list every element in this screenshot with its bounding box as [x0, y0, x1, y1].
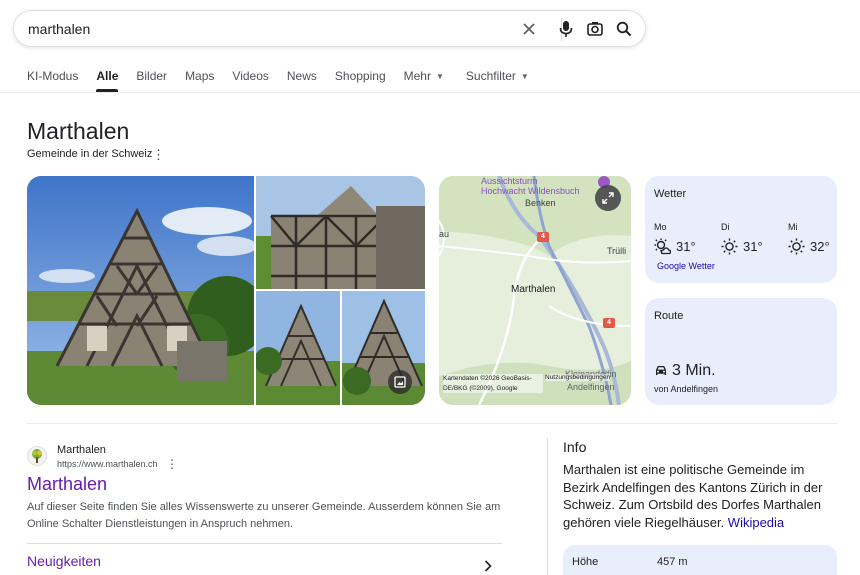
tab-label: Bilder: [136, 69, 168, 83]
search-tabs: KI-Modus Alle Bilder Maps Videos News Sh…: [27, 69, 547, 92]
weather-card[interactable]: Wetter Mo Di Mi 31° 31° 32° Google Wette…: [645, 176, 837, 283]
weather-temp: 31°: [743, 239, 763, 254]
weather-temp: 31°: [676, 239, 696, 254]
map-label-benken: Benken: [525, 198, 556, 208]
wikipedia-link[interactable]: Wikipedia: [728, 515, 784, 530]
chevron-right-icon[interactable]: [484, 559, 492, 575]
search-input[interactable]: [28, 20, 468, 38]
weather-forecast-di: 31°: [721, 238, 763, 255]
map-label-au: au: [439, 229, 450, 239]
route-card[interactable]: Route 3 Min. von Andelfingen: [645, 298, 837, 405]
tab-maps[interactable]: Maps: [185, 69, 214, 91]
photo-bottom-left[interactable]: [256, 291, 340, 405]
info-heading: Info: [563, 439, 587, 455]
map-label-marthalen: Marthalen: [511, 284, 556, 295]
result-title-link[interactable]: Marthalen: [27, 474, 107, 495]
fact-key: Höhe: [572, 556, 599, 568]
tab-mehr[interactable]: Mehr ▼: [404, 69, 444, 91]
caret-down-icon: ▼: [435, 72, 444, 81]
tab-ki-modus[interactable]: KI-Modus: [27, 69, 78, 91]
map-road-number: 4: [541, 233, 545, 240]
route-time: 3 Min.: [654, 362, 716, 380]
tab-label: Videos: [232, 69, 269, 83]
result-more-icon[interactable]: ⋮: [166, 457, 178, 471]
expand-map-icon[interactable]: [595, 185, 621, 211]
tabs-divider: [0, 92, 860, 93]
route-origin: von Andelfingen: [654, 384, 719, 394]
microphone-icon[interactable]: [556, 19, 576, 39]
map-label-tower: Aussichtsturm: [481, 176, 538, 186]
tab-label: Suchfilter: [465, 69, 516, 83]
search-bar[interactable]: [13, 10, 646, 47]
car-icon: [656, 366, 666, 375]
fact-value: 457 m: [657, 556, 688, 568]
weather-day: Mo: [654, 222, 667, 232]
tab-suchfilter[interactable]: Suchfilter ▼: [466, 69, 529, 91]
tab-label: Maps: [185, 69, 215, 83]
knowledge-subtitle: Gemeinde in der Schweiz: [27, 148, 153, 160]
sun-icon: [721, 238, 738, 255]
result-url[interactable]: https://www.marthalen.ch: [57, 459, 158, 469]
sitelink-divider: [27, 543, 502, 544]
search-icon[interactable]: [614, 19, 634, 39]
map-preview[interactable]: Aussichtsturm Hochwacht Wildensbuch Benk…: [439, 176, 631, 405]
weather-forecast-mo: 31°: [654, 238, 696, 255]
map-attribution: Kartendaten ©2026 GeoBasis-DE/BKG (©2009…: [443, 374, 543, 393]
tab-label: News: [286, 69, 317, 83]
google-weather-link[interactable]: Google Wetter: [657, 261, 715, 271]
photo-top-right[interactable]: [256, 176, 425, 289]
tab-label: Shopping: [334, 69, 386, 83]
image-collage: [27, 176, 425, 405]
map-label-andelfingen: Andelfingen: [567, 382, 615, 392]
weather-day: Mi: [788, 222, 798, 232]
lens-camera-icon[interactable]: [585, 19, 605, 39]
tab-videos[interactable]: Videos: [232, 69, 268, 91]
route-duration: 3 Min.: [672, 362, 716, 379]
tab-bilder[interactable]: Bilder: [136, 69, 167, 91]
tab-label: KI-Modus: [27, 69, 79, 83]
sun-cloud-icon: [654, 238, 671, 255]
clear-icon[interactable]: [519, 19, 539, 39]
result-site-name[interactable]: Marthalen: [57, 444, 106, 456]
result-snippet: Auf dieser Seite finden Sie alles Wissen…: [27, 501, 501, 530]
gallery-icon[interactable]: [388, 370, 412, 394]
map-road-number: 4: [607, 319, 611, 326]
info-fact-row: Höhe 457 m: [563, 545, 837, 575]
site-favicon: [27, 446, 47, 466]
tab-news[interactable]: News: [287, 69, 317, 91]
caret-down-icon: ▼: [520, 72, 529, 81]
weather-day: Di: [721, 222, 730, 232]
weather-forecast-mi: 32°: [788, 238, 830, 255]
weather-temp: 32°: [810, 239, 830, 254]
map-label-truellikon: Trülli: [607, 246, 627, 256]
weather-title: Wetter: [654, 188, 687, 200]
photo-bottom-right[interactable]: [342, 291, 425, 405]
photo-main[interactable]: [27, 176, 254, 405]
tab-alle[interactable]: Alle: [96, 69, 119, 92]
tab-label: Mehr: [403, 69, 431, 83]
sun-icon: [788, 238, 805, 255]
info-divider: [547, 438, 548, 575]
info-description: Marthalen ist eine politische Gemeinde i…: [563, 461, 838, 531]
more-options-icon[interactable]: ⋮: [152, 147, 165, 163]
tab-shopping[interactable]: Shopping: [335, 69, 386, 91]
map-label-hochwacht: Hochwacht Wildensbuch: [481, 186, 580, 196]
section-divider: [27, 423, 837, 424]
map-terms-link[interactable]: Nutzungsbedingungen: [545, 374, 611, 381]
sitelink-neuigkeiten[interactable]: Neuigkeiten: [27, 553, 101, 569]
knowledge-title: Marthalen: [27, 118, 130, 144]
route-title: Route: [654, 310, 684, 322]
tab-label: Alle: [96, 69, 119, 83]
